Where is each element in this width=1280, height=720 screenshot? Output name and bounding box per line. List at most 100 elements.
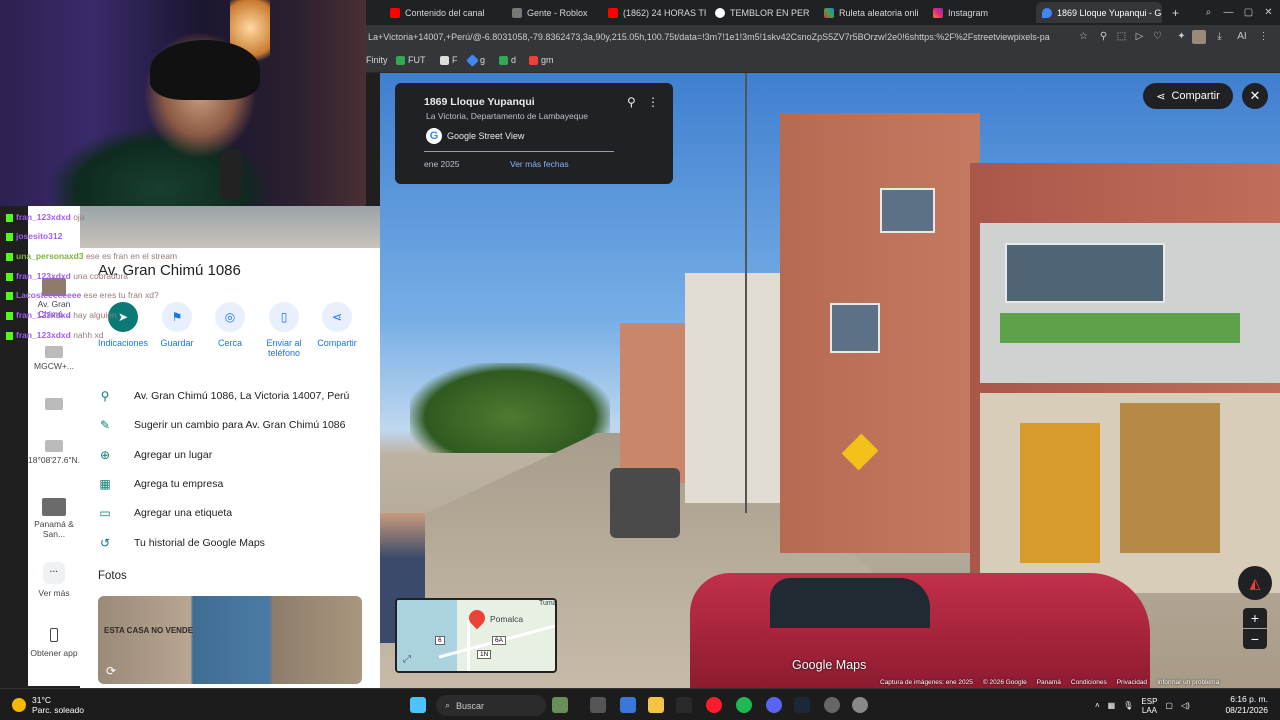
download-icon[interactable]: ⤓ — [1214, 31, 1225, 42]
clock[interactable]: 6:16 p. m. 08/21/2026 — [1222, 694, 1268, 716]
star-icon[interactable]: ☆ — [1078, 31, 1089, 42]
zoom-out-button[interactable]: − — [1243, 629, 1267, 649]
tab-temblor[interactable]: TEMBLOR EN PERU — [709, 2, 809, 23]
location-pin-icon: ⚲ — [100, 389, 110, 403]
share-button[interactable]: ⋖ Compartir — [1143, 83, 1233, 109]
opera-icon[interactable] — [706, 697, 722, 713]
ai-button[interactable]: AI — [1232, 31, 1252, 42]
tab-instagram[interactable]: Instagram — [927, 2, 1015, 23]
nearby-button[interactable]: ◎ Cerca — [202, 302, 258, 348]
new-tab-button[interactable]: + — [1166, 2, 1182, 23]
pin-icon[interactable]: ⚲ — [1098, 31, 1109, 42]
tab-maps-active[interactable]: 1869 Lloque Yupanqui - G× — [1036, 2, 1162, 23]
tab-ruleta[interactable]: Ruleta aleatoria onlin — [818, 2, 918, 23]
add-label-row[interactable]: ▭ Agregar una etiqueta — [98, 503, 232, 523]
place-thumbnail — [42, 278, 66, 296]
gmail-icon — [529, 55, 538, 65]
minimap-label-2: Tuma — [539, 600, 557, 607]
rail-more[interactable]: ··· Ver más — [28, 562, 80, 598]
bookmark-gm[interactable]: gm — [529, 55, 554, 65]
compass-icon[interactable]: ◭ — [1238, 566, 1272, 600]
rail-item-recent-3[interactable] — [28, 398, 80, 413]
add-place-row[interactable]: ⊕ Agregar un lugar — [98, 445, 212, 465]
app-icon[interactable] — [676, 697, 692, 713]
minimize-icon[interactable]: — — [1223, 7, 1234, 18]
map-road — [467, 620, 470, 671]
save-button[interactable]: ⚑ Guardar — [149, 302, 205, 348]
share-button[interactable]: ⋖ Compartir — [309, 302, 365, 348]
suggest-edit-row[interactable]: ✎ Sugerir un cambio para Av. Gran Chimú 1… — [98, 415, 346, 435]
spotify-icon[interactable] — [736, 697, 752, 713]
history-row[interactable]: ↺ Tu historial de Google Maps — [98, 533, 265, 553]
window — [880, 188, 935, 233]
bookmark-fut[interactable]: FUT — [396, 55, 426, 65]
mic-icon[interactable]: 🎙 — [1123, 701, 1133, 710]
windows-start-icon[interactable] — [410, 697, 426, 713]
tab-contenido[interactable]: Contenido del canal — [384, 2, 496, 23]
app-icon[interactable] — [824, 697, 840, 713]
kick-icon — [6, 311, 13, 320]
play-icon[interactable]: ▷ — [1134, 31, 1145, 42]
app-icon[interactable] — [552, 697, 568, 713]
weather-widget[interactable]: 31°C Parc. soleado — [12, 695, 84, 715]
card-subtitle: La Victoria, Departamento de Lambayeque — [426, 111, 588, 121]
settings-icon[interactable] — [852, 697, 868, 713]
discord-icon[interactable] — [766, 697, 782, 713]
zoom-in-button[interactable]: + — [1243, 608, 1267, 628]
photo-thumbnail[interactable]: ESTA CASA NO VENDE ⟳ — [98, 596, 362, 684]
chevron-up-icon[interactable]: ˄ — [1095, 701, 1100, 710]
rail-item-recent-2[interactable]: MGCW+... — [28, 346, 80, 371]
bookmark-f[interactable]: F — [440, 55, 458, 65]
task-view-icon[interactable] — [590, 697, 606, 713]
location-pin-icon[interactable]: ⚲ — [627, 95, 636, 109]
search-tabs-icon[interactable]: ⌕ — [1203, 7, 1214, 18]
minimap[interactable]: Pomalca Tuma 6 6A 1N ⤢ — [395, 598, 557, 673]
rail-get-app[interactable]: Obtener app — [28, 628, 80, 658]
volume-icon[interactable]: ◁) — [1181, 701, 1190, 710]
tab-roblox[interactable]: Gente - Roblox — [506, 2, 606, 23]
more-dates-link[interactable]: Ver más fechas — [510, 159, 569, 169]
language-indicator[interactable]: ESP LAA — [1141, 697, 1157, 715]
steam-icon[interactable] — [794, 697, 810, 713]
more-options-icon[interactable]: ⋮ — [647, 95, 659, 109]
tray-app-icon[interactable]: ▦ — [1108, 701, 1116, 710]
maximize-icon[interactable]: ▢ — [1243, 7, 1254, 18]
bookmark-d[interactable]: d — [499, 55, 516, 65]
menu-icon[interactable]: ⋮ — [1258, 31, 1269, 42]
windows-taskbar: 31°C Parc. soleado ⌕ Buscar ˄ ▦ 🎙 ESP LAA ▢… — [0, 688, 1280, 720]
network-icon[interactable]: ▢ — [1165, 701, 1173, 710]
more-icon: ··· — [43, 562, 65, 584]
rail-item-recent-4[interactable]: 18°08'27.6"N... — [28, 440, 85, 465]
file-explorer-icon[interactable] — [648, 697, 664, 713]
screenshot-icon[interactable]: ⬚ — [1116, 31, 1127, 42]
youtube-icon — [608, 7, 618, 18]
photo-graffiti: ESTA CASA NO VENDE — [104, 626, 194, 635]
extensions-icon[interactable]: ✦ — [1176, 31, 1187, 42]
nearby-icon: ◎ — [215, 302, 245, 332]
place-hero-image[interactable] — [80, 206, 380, 248]
heart-icon[interactable]: ♡ — [1152, 31, 1163, 42]
trees — [410, 363, 610, 453]
taskbar-search[interactable]: ⌕ Buscar — [436, 695, 546, 716]
rail-item-recent-1[interactable]: Av. Gran Chimú... — [28, 278, 80, 319]
expand-icon[interactable]: ⤢ — [403, 654, 411, 665]
profile-avatar[interactable] — [1192, 30, 1206, 44]
close-streetview-button[interactable]: ✕ — [1242, 83, 1268, 109]
bookmark-finity[interactable]: Finity — [366, 55, 388, 65]
streamer-hair — [150, 40, 260, 100]
streetview-info-card: 1869 Lloque Yupanqui La Victoria, Depart… — [395, 83, 673, 184]
address-bar[interactable]: La+Victoria+14007,+Perú/@-6.8031058,-79.… — [366, 25, 1280, 49]
bookmark-g[interactable]: g — [466, 53, 485, 67]
close-window-icon[interactable]: ✕ — [1263, 7, 1274, 18]
app-icon[interactable] — [620, 697, 636, 713]
add-business-row[interactable]: ▦ Agrega tu empresa — [98, 474, 223, 494]
tab-24horas[interactable]: (1862) 24 HORAS TR — [602, 2, 706, 23]
url-text[interactable]: La+Victoria+14007,+Perú/@-6.8031058,-79.… — [368, 32, 1068, 42]
map-thumbnail — [45, 398, 63, 410]
rail-item-recent-5[interactable]: Panamá & San... — [28, 498, 80, 539]
send-to-phone-button[interactable]: ▯ Enviar al teléfono — [256, 302, 312, 358]
route-shield: 1N — [477, 650, 492, 659]
directions-button[interactable]: ➤ Indicaciones — [95, 302, 151, 348]
d-icon — [499, 55, 508, 65]
address-row[interactable]: ⚲ Av. Gran Chimú 1086, La Victoria 14007,… — [98, 386, 350, 406]
